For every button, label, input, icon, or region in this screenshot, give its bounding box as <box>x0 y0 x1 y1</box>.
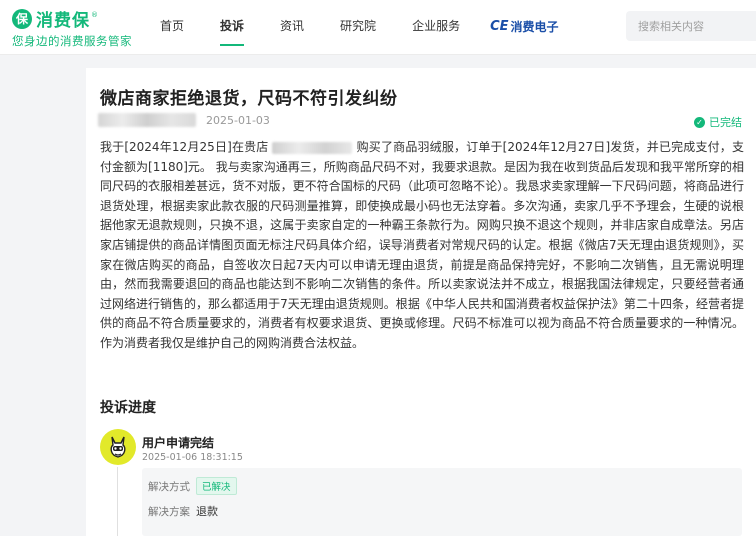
site-header: 保 消费保 ® 您身边的消费服务管家 首页 投诉 资讯 研究院 企业服务 CE … <box>0 0 756 55</box>
site-logo[interactable]: 保 消费保 ® 您身边的消费服务管家 <box>12 6 132 49</box>
resolution-method-label: 解决方式 <box>148 480 190 493</box>
user-avatar-icon <box>100 429 136 465</box>
resolved-badge: 已解决 <box>196 477 237 495</box>
nav-item-enterprise[interactable]: 企业服务 <box>412 0 460 52</box>
status-label: 已完结 <box>709 116 742 129</box>
resolution-method-row: 解决方式 已解决 <box>148 477 237 495</box>
progress-step-time: 2025-01-06 18:31:15 <box>142 452 243 463</box>
complaint-meta: 2025-01-03 <box>98 113 270 127</box>
logo-name: 消费保 <box>36 11 90 31</box>
blurred-store-name <box>272 141 353 154</box>
nav-item-consumer-electronics[interactable]: CE 消费电子 <box>490 18 558 35</box>
timeline-connector <box>117 467 118 536</box>
complaint-card: 微店商家拒绝退货，尺码不符引发纠纷 2025-01-03 ✓ 已完结 我于[20… <box>86 68 756 536</box>
nav-item-news[interactable]: 资讯 <box>280 0 304 52</box>
resolution-detail-box: 解决方式 已解决 解决方案 退款 <box>142 468 742 536</box>
nav-partner-label: 消费电子 <box>510 19 559 34</box>
blurred-username <box>98 113 196 127</box>
complaint-body-part2: 购买了商品羽绒服，订单于[2024年12月27日]发货，并已完成支付，支付金额为… <box>100 140 744 350</box>
status-badge: ✓ 已完结 <box>694 114 742 130</box>
complaint-body: 我于[2024年12月25日]在贵店 购买了商品羽绒服，订单于[2024年12月2… <box>100 138 744 354</box>
logo-mark-icon: 保 <box>12 8 32 29</box>
logo-registered-mark: ® <box>91 10 98 19</box>
complaint-body-part1: 我于[2024年12月25日]在贵店 <box>100 140 269 154</box>
progress-step-title: 用户申请完结 <box>142 436 215 450</box>
check-circle-icon: ✓ <box>694 116 705 128</box>
main-nav: 首页 投诉 资讯 研究院 企业服务 CE 消费电子 <box>160 0 559 52</box>
search-input[interactable] <box>626 11 756 41</box>
resolution-plan-row: 解决方案 退款 <box>148 503 218 519</box>
complaint-title: 微店商家拒绝退货，尺码不符引发纠纷 <box>100 89 398 109</box>
complaint-date: 2025-01-03 <box>206 113 270 127</box>
logo-slogan: 您身边的消费服务管家 <box>12 34 132 48</box>
progress-section-title: 投诉进度 <box>100 400 156 416</box>
resolution-plan-value: 退款 <box>196 505 218 518</box>
ce-logo-icon: CE <box>490 18 509 34</box>
nav-item-home[interactable]: 首页 <box>160 0 184 52</box>
nav-item-research[interactable]: 研究院 <box>340 0 376 52</box>
resolution-plan-label: 解决方案 <box>148 505 190 518</box>
nav-item-complaints[interactable]: 投诉 <box>220 0 245 52</box>
